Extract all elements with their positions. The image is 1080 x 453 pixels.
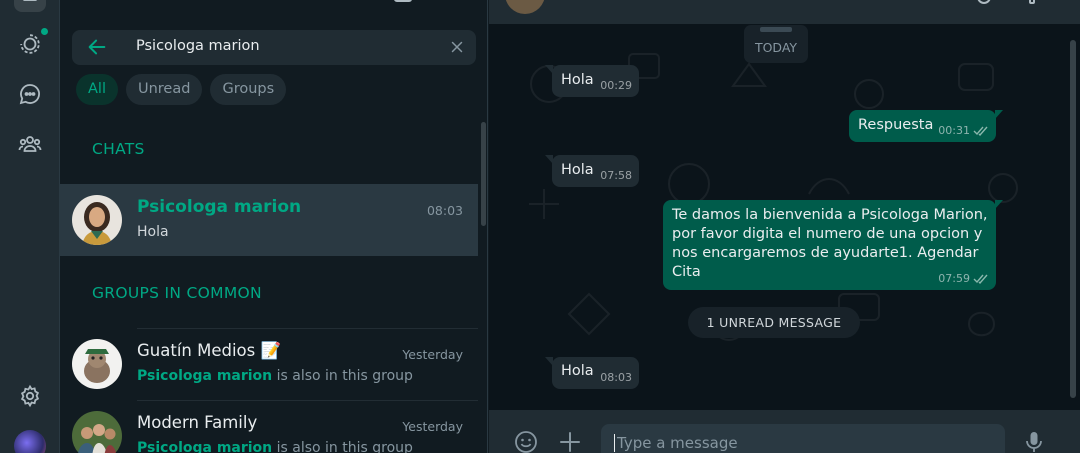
message-time: 00:31: [938, 124, 970, 137]
search-bar[interactable]: Psicologa marion: [72, 30, 476, 65]
bubble-tail: [545, 65, 553, 74]
row-divider: [137, 400, 478, 401]
message-time: 00:29: [600, 79, 632, 92]
group-info-text: is also in this group: [272, 368, 413, 384]
group-time: Yesterday: [402, 419, 463, 434]
message-text: Hola: [561, 363, 594, 379]
bubble-tail: [545, 155, 553, 164]
conversation-header[interactable]: [489, 0, 1080, 24]
avatar: [72, 195, 122, 245]
section-groups-in-common: GROUPS IN COMMON: [92, 284, 262, 302]
status-icon[interactable]: [15, 28, 48, 59]
microphone-icon[interactable]: [1022, 430, 1046, 453]
chats-icon[interactable]: [14, 0, 46, 12]
group-name: Guatín Medios 📝: [137, 341, 282, 360]
message-text: Respuesta: [858, 117, 934, 133]
group-row[interactable]: Modern Family Yesterday Psicologa marion…: [60, 400, 478, 453]
settings-icon[interactable]: [15, 381, 45, 411]
group-info: Psicologa marion is also in this group: [137, 440, 413, 453]
attach-plus-icon[interactable]: [558, 430, 582, 453]
message-text: Hola: [561, 72, 594, 88]
nav-rail: [0, 0, 60, 453]
emoji-icon[interactable]: [514, 430, 538, 453]
sidebar-header-icons: [394, 0, 474, 4]
chat-time: 08:03: [426, 203, 463, 218]
incoming-message[interactable]: Hola 07:58: [545, 155, 639, 187]
chat-preview: Hola: [137, 224, 169, 240]
chat-list-panel: Psicologa marion All Unread Groups CHATS…: [60, 0, 488, 453]
menu-icon[interactable]: [1029, 0, 1035, 4]
message-text: Te damos la bienvenida a Psicologa Mario…: [672, 207, 988, 280]
conversation-scrollbar[interactable]: [1070, 40, 1076, 398]
incoming-message[interactable]: Hola 00:29: [545, 65, 639, 97]
message-time: 07:58: [600, 169, 632, 182]
chat-row[interactable]: Psicologa marion 08:03 Hola: [60, 184, 478, 256]
row-divider: [137, 328, 478, 329]
group-info-text: is also in this group: [272, 440, 413, 453]
group-row[interactable]: Guatín Medios 📝 Yesterday Psicologa mari…: [60, 328, 478, 400]
read-receipt-icon: [973, 126, 988, 136]
read-receipt-icon: [973, 274, 988, 284]
chat-name: Psicologa marion: [137, 197, 302, 217]
filter-unread[interactable]: Unread: [125, 74, 203, 105]
filter-all[interactable]: All: [76, 74, 118, 105]
profile-avatar[interactable]: [14, 430, 46, 453]
outgoing-message[interactable]: Te damos la bienvenida a Psicologa Mario…: [663, 200, 1003, 290]
chat-list-scrollbar[interactable]: [481, 122, 486, 226]
filter-groups[interactable]: Groups: [210, 74, 287, 105]
message-composer: Type a message: [489, 410, 1080, 453]
group-member-name: Psicologa marion: [137, 440, 273, 453]
search-icon[interactable]: [977, 0, 991, 4]
message-time: 07:59: [938, 272, 970, 285]
bubble-tail: [545, 357, 553, 366]
conversation-panel: TODAY Hola 00:29 Respuesta 00:31 Hola 07…: [489, 0, 1080, 453]
clear-search-icon[interactable]: [448, 38, 466, 56]
date-label: TODAY: [754, 40, 798, 55]
group-time: Yesterday: [402, 347, 463, 362]
search-input[interactable]: Psicologa marion: [136, 38, 260, 54]
section-chats: CHATS: [92, 140, 145, 158]
group-name: Modern Family: [137, 413, 258, 432]
contact-avatar[interactable]: [505, 0, 545, 14]
message-text: Hola: [561, 162, 594, 178]
group-info: Psicologa marion is also in this group: [137, 368, 413, 384]
filter-chips: All Unread Groups: [76, 74, 287, 105]
back-arrow-icon[interactable]: [86, 36, 108, 58]
channels-icon[interactable]: [15, 79, 45, 109]
avatar: [72, 339, 122, 389]
date-divider: TODAY: [744, 25, 808, 63]
new-chat-icon[interactable]: [394, 0, 412, 2]
message-input[interactable]: Type a message: [601, 424, 1005, 453]
bubble-tail: [995, 200, 1003, 209]
message-time: 08:03: [600, 371, 632, 384]
outgoing-message[interactable]: Respuesta 00:31: [849, 110, 1003, 142]
status-unread-dot: [41, 28, 48, 35]
communities-icon[interactable]: [15, 129, 45, 159]
message-input-placeholder: Type a message: [617, 434, 738, 452]
unread-divider: 1 UNREAD MESSAGE: [688, 307, 860, 338]
incoming-message[interactable]: Hola 08:03: [545, 357, 639, 389]
bubble-tail: [995, 110, 1003, 119]
group-member-name: Psicologa marion: [137, 368, 273, 384]
avatar: [72, 411, 122, 453]
